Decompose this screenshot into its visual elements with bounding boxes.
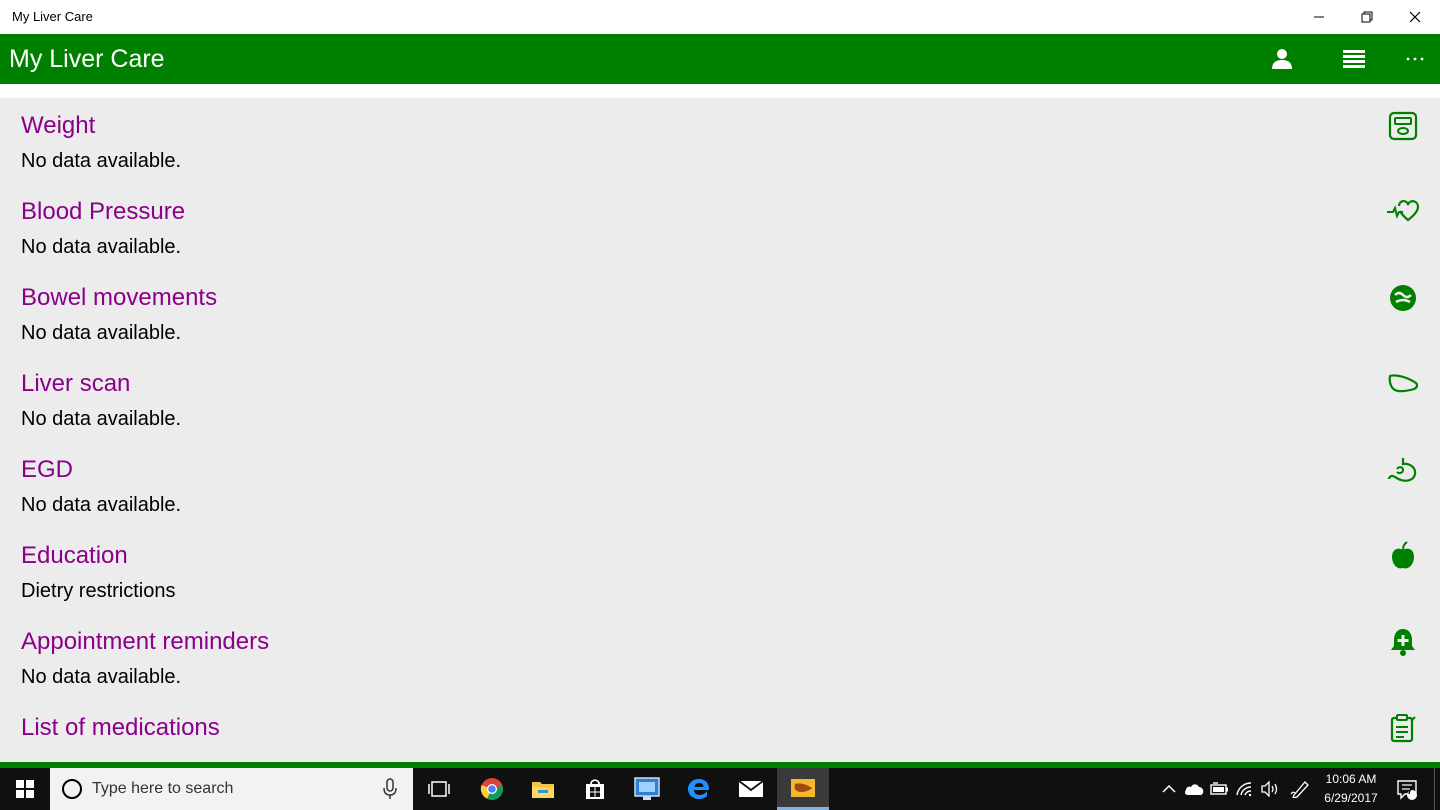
list-item-list-of-medications[interactable]: List of medications — [0, 700, 1440, 762]
apple-icon — [1385, 538, 1421, 574]
taskbar-search-box[interactable]: Type here to search — [50, 768, 413, 810]
edge-icon — [688, 779, 710, 799]
windows-taskbar: Type here to search 10:06 AM 6/29/2017 7 — [0, 768, 1440, 810]
chrome-icon — [480, 778, 504, 800]
remote-desktop-taskbar-button[interactable] — [621, 768, 673, 810]
list-item-blood-pressure[interactable]: Blood Pressure No data available. — [0, 184, 1440, 270]
my-liver-care-taskbar-button[interactable] — [777, 768, 829, 810]
restore-button[interactable] — [1344, 0, 1390, 34]
prescription-icon — [1385, 710, 1421, 746]
chevron-up-icon — [1162, 784, 1176, 793]
content-top-gap — [0, 84, 1440, 98]
list-item-bowel-movements[interactable]: Bowel movements No data available. — [0, 270, 1440, 356]
start-button[interactable] — [0, 768, 50, 810]
item-subtitle: No data available. — [21, 666, 182, 688]
item-subtitle: No data available. — [21, 494, 182, 516]
item-title: Liver scan — [21, 370, 131, 397]
file-explorer-taskbar-button[interactable] — [517, 768, 569, 810]
search-placeholder: Type here to search — [92, 780, 234, 797]
item-title: Education — [21, 542, 128, 569]
more-icon — [1406, 57, 1424, 61]
windows-logo-icon — [16, 780, 34, 798]
health-items-list: Weight No data available. Blood Pressure… — [0, 98, 1440, 762]
wifi-icon — [1236, 782, 1252, 797]
my-liver-care-app-icon — [791, 778, 815, 797]
show-hidden-icons-button[interactable] — [1158, 778, 1180, 800]
minimize-button[interactable] — [1296, 0, 1342, 34]
list-item-appointment-reminders[interactable]: Appointment reminders No data available. — [0, 614, 1440, 700]
show-desktop-button[interactable] — [1434, 768, 1435, 810]
clock-date: 6/29/2017 — [1324, 791, 1378, 805]
edge-taskbar-button[interactable] — [673, 768, 725, 810]
item-subtitle: No data available. — [21, 236, 182, 258]
item-title: Blood Pressure — [21, 198, 186, 225]
remote-desktop-icon — [634, 777, 660, 800]
list-view-button[interactable] — [1339, 44, 1369, 74]
action-center-button[interactable]: 7 — [1396, 778, 1420, 802]
notification-count-badge: 7 — [1407, 786, 1413, 797]
volume-icon — [1261, 781, 1278, 797]
close-button[interactable] — [1392, 0, 1438, 34]
cortana-icon — [62, 779, 82, 799]
stomach-icon — [1385, 452, 1421, 488]
profile-icon — [1272, 49, 1292, 69]
item-subtitle: No data available. — [21, 408, 182, 430]
list-item-egd[interactable]: EGD No data available. — [0, 442, 1440, 528]
item-title: Bowel movements — [21, 284, 218, 311]
file-explorer-icon — [532, 782, 554, 798]
store-icon — [586, 779, 604, 799]
list-item-weight[interactable]: Weight No data available. — [0, 98, 1440, 184]
profile-button[interactable] — [1267, 44, 1297, 74]
bell-plus-icon — [1385, 624, 1421, 660]
chrome-taskbar-button[interactable] — [466, 768, 518, 810]
store-taskbar-button[interactable] — [569, 768, 621, 810]
more-button[interactable] — [1400, 44, 1430, 74]
volume-tray-button[interactable] — [1259, 778, 1281, 800]
onedrive-icon — [1184, 784, 1204, 795]
app-title: My Liver Care — [9, 45, 165, 73]
wifi-tray-button[interactable] — [1234, 778, 1256, 800]
item-title: EGD — [21, 456, 74, 483]
item-title: Weight — [21, 112, 96, 139]
scale-icon — [1385, 108, 1421, 144]
item-subtitle: No data available. — [21, 150, 182, 172]
item-subtitle: No data available. — [21, 322, 182, 344]
minimize-icon — [1314, 16, 1324, 18]
task-view-button[interactable] — [413, 768, 465, 810]
mail-taskbar-button[interactable] — [725, 768, 777, 810]
taskbar-clock[interactable]: 10:06 AM 6/29/2017 — [1315, 770, 1387, 808]
window-title: My Liver Care — [12, 9, 93, 24]
item-title: Appointment reminders — [21, 628, 270, 655]
restore-icon — [1361, 11, 1373, 23]
windows-ink-tray-button[interactable] — [1289, 778, 1311, 800]
list-item-liver-scan[interactable]: Liver scan No data available. — [0, 356, 1440, 442]
clock-time: 10:06 AM — [1325, 772, 1377, 786]
mail-icon — [738, 780, 764, 797]
item-subtitle: Dietry restrictions — [21, 580, 176, 602]
microphone-icon[interactable] — [383, 778, 397, 800]
item-title: List of medications — [21, 714, 220, 741]
battery-icon — [1210, 782, 1228, 795]
pen-icon — [1290, 781, 1309, 798]
list-item-education[interactable]: Education Dietry restrictions — [0, 528, 1440, 614]
close-icon — [1409, 11, 1421, 23]
liver-icon — [1385, 366, 1421, 402]
bowel-icon — [1385, 280, 1421, 316]
battery-tray-button[interactable] — [1208, 778, 1230, 800]
app-bar: My Liver Care — [0, 34, 1440, 84]
heart-pulse-icon — [1385, 194, 1421, 230]
onedrive-tray-button[interactable] — [1183, 778, 1205, 800]
task-view-icon — [428, 781, 450, 797]
list-view-icon — [1343, 50, 1365, 68]
window-titlebar: My Liver Care — [0, 0, 1440, 34]
